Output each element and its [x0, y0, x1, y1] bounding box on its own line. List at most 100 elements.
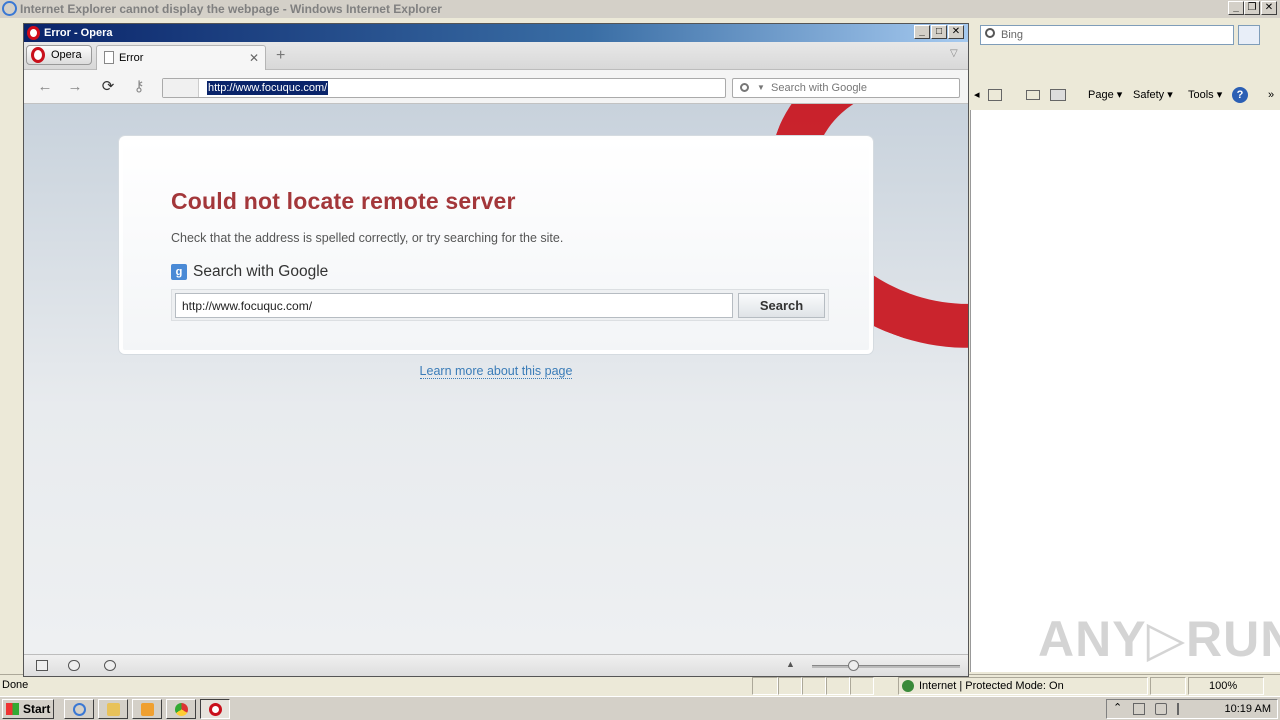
error-heading: Could not locate remote server [171, 188, 516, 214]
opera-tab-bar: Opera Error ✕ + ▽ [24, 42, 968, 70]
clock[interactable]: 10:19 AM [1225, 700, 1271, 718]
address-bar[interactable]: http://www.focuquc.com/ [162, 78, 726, 98]
tab-close-icon[interactable]: ✕ [249, 46, 259, 70]
opera-search-input[interactable]: ▼ Search with Google [732, 78, 960, 98]
opera-turbo-icon[interactable] [104, 660, 116, 671]
status-cell [778, 677, 802, 695]
volume-icon[interactable] [1155, 703, 1167, 715]
ie-search-input[interactable]: Bing [980, 25, 1234, 45]
opera-window-title: Error - Opera [44, 27, 113, 39]
status-cell [850, 677, 874, 695]
taskbar-explorer-button[interactable] [98, 699, 128, 719]
ie-safety-menu[interactable]: Safety ▾ [1133, 84, 1173, 106]
start-label: Start [23, 702, 51, 716]
tab-error[interactable]: Error ✕ [96, 45, 266, 70]
network-icon[interactable] [1133, 703, 1145, 715]
opera-logo-icon [27, 26, 40, 40]
opera-icon [209, 703, 222, 716]
ie-more-chevron[interactable]: » [1268, 84, 1274, 106]
opera-page-content: Could not locate remote server Check tha… [24, 104, 968, 654]
rss-feed-icon[interactable] [988, 89, 1002, 101]
ie-status-bar: Done Internet | Protected Mode: On 100% [0, 674, 1280, 696]
globe-icon [902, 680, 914, 692]
ie-search-placeholder: Bing [1001, 29, 1024, 41]
search-icon [985, 28, 995, 38]
media-player-icon [141, 703, 154, 716]
error-subtext: Check that the address is spelled correc… [171, 231, 564, 245]
tray-expand-icon[interactable]: ⌃ [1113, 701, 1122, 714]
reload-button[interactable]: ⟳ [99, 78, 117, 96]
chrome-icon [175, 703, 188, 716]
ie-logo-icon [2, 1, 17, 16]
opera-minimize-button[interactable]: _ [914, 25, 930, 39]
learn-more-link[interactable]: Learn more about this page [419, 364, 573, 379]
taskbar: Start ⌃ 10:19 AM [0, 696, 1280, 720]
ie-zoom-text: 100% [1209, 680, 1238, 692]
google-icon: g [171, 264, 187, 280]
ie-page-menu[interactable]: Page ▾ [1088, 84, 1122, 106]
back-button[interactable]: ← [36, 78, 54, 96]
start-button[interactable]: Start [2, 699, 54, 719]
status-cell [826, 677, 850, 695]
taskbar-ie-button[interactable] [64, 699, 94, 719]
ie-close-button[interactable]: ✕ [1261, 1, 1277, 15]
help-icon[interactable]: ? [1232, 87, 1248, 103]
learn-more-container: Learn more about this page [24, 364, 968, 379]
search-row: Search [171, 289, 829, 321]
panel-toggle-icon[interactable] [36, 660, 48, 671]
tab-label: Error [119, 52, 144, 64]
ie-restore-button[interactable]: ❐ [1244, 1, 1260, 15]
ie-status-text: Done [2, 679, 29, 691]
status-cell [802, 677, 826, 695]
ie-command-bar: ◂ Page ▾ Safety ▾ Tools ▾ ? » [970, 84, 1280, 106]
opera-address-toolbar: ← → ⟳ ⚷ http://www.focuquc.com/ ▼ Search… [24, 70, 968, 104]
opera-unite-cloud-icon[interactable] [68, 660, 80, 671]
key-icon[interactable]: ⚷ [130, 78, 148, 96]
search-icon [740, 83, 749, 92]
new-tab-button[interactable]: + [276, 48, 285, 64]
ie-security-lock[interactable] [1150, 677, 1186, 695]
taskbar-media-button[interactable] [132, 699, 162, 719]
opera-menu-label: Opera [51, 49, 82, 61]
zoom-expand-icon[interactable]: ▲ [786, 659, 795, 669]
ie-chevron-left[interactable]: ◂ [974, 84, 980, 106]
opera-logo-icon [31, 47, 45, 63]
opera-window: Error - Opera _ □ ✕ Opera Error ✕ + ▽ ← … [23, 23, 969, 677]
print-icon[interactable] [1050, 89, 1066, 101]
opera-status-bar: ▲ [24, 654, 968, 676]
opera-menu-button[interactable]: Opera [26, 45, 92, 65]
ie-tools-menu[interactable]: Tools ▾ [1188, 84, 1222, 106]
flag-icon[interactable] [1177, 703, 1189, 715]
tab-menu-icon[interactable]: ▽ [950, 48, 958, 59]
taskbar-opera-button[interactable] [200, 699, 230, 719]
taskbar-chrome-button[interactable] [166, 699, 196, 719]
chevron-down-icon[interactable]: ▼ [757, 79, 765, 97]
ie-zone-status: Internet | Protected Mode: On [898, 677, 1148, 695]
zoom-slider-handle[interactable] [848, 660, 859, 671]
forward-button[interactable]: → [66, 78, 84, 96]
status-cell [752, 677, 778, 695]
ie-zone-text: Internet | Protected Mode: On [919, 680, 1064, 692]
address-text[interactable]: http://www.focuquc.com/ [207, 81, 329, 95]
anyrun-watermark: ANY▷RUN [1038, 611, 1280, 667]
ie-window-title: Internet Explorer cannot display the web… [20, 2, 442, 16]
windows-logo-icon [6, 703, 19, 715]
opera-maximize-button[interactable]: □ [931, 25, 947, 39]
ie-content-area [970, 110, 1280, 672]
opera-search-placeholder: Search with Google [771, 82, 867, 94]
search-button[interactable]: Search [738, 293, 825, 318]
zoom-slider[interactable] [812, 665, 960, 668]
opera-close-button[interactable]: ✕ [948, 25, 964, 39]
page-icon [104, 51, 114, 64]
mail-icon[interactable] [1026, 90, 1040, 100]
ie-zoom-control[interactable]: 100% [1188, 677, 1264, 695]
address-badge[interactable] [163, 79, 199, 97]
folder-icon [107, 703, 120, 716]
opera-titlebar: Error - Opera _ □ ✕ [24, 24, 968, 42]
ie-minimize-button[interactable]: _ [1228, 1, 1244, 15]
system-tray: ⌃ 10:19 AM [1106, 699, 1278, 719]
google-search-header: g Search with Google [171, 263, 328, 281]
google-search-input[interactable] [175, 293, 733, 318]
ie-search-button[interactable] [1238, 25, 1260, 45]
google-search-title: Search with Google [193, 263, 329, 280]
